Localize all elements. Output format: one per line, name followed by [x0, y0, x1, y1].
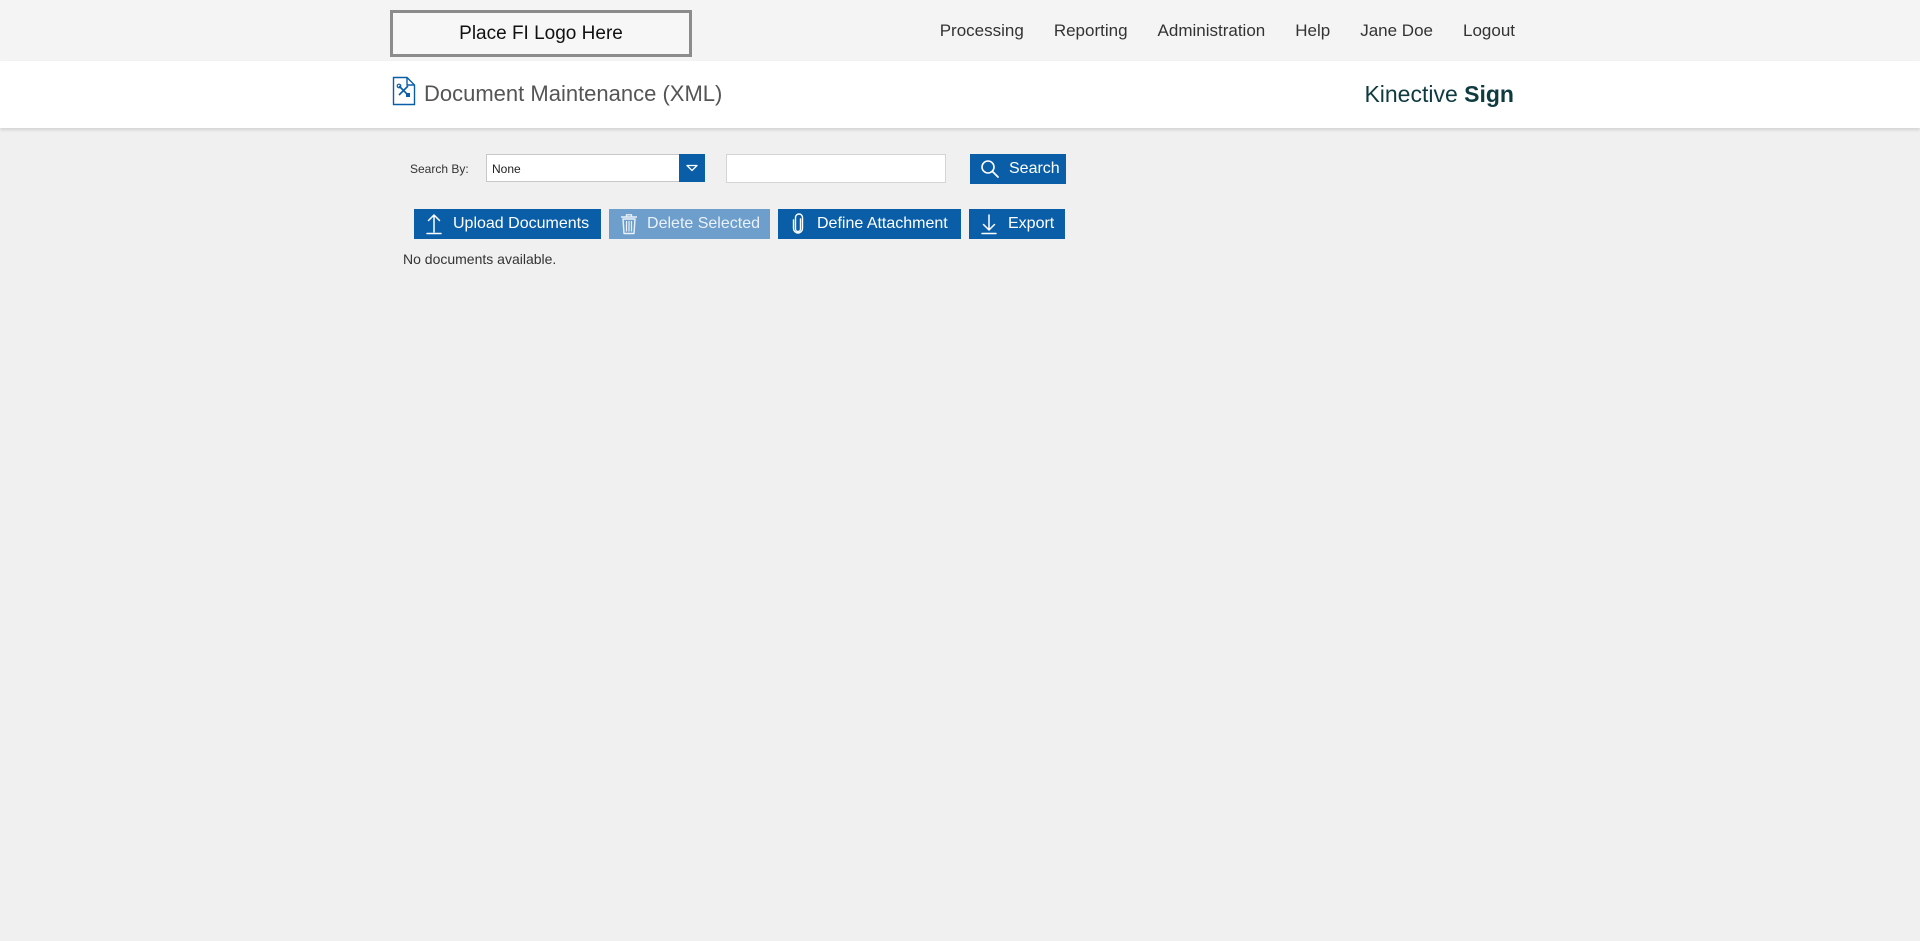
- trash-icon: [619, 213, 638, 235]
- nav-processing[interactable]: Processing: [940, 21, 1024, 41]
- export-button[interactable]: Export: [969, 209, 1065, 239]
- upload-documents-label: Upload Documents: [453, 215, 590, 232]
- search-by-selected-value: None: [492, 162, 521, 176]
- chevron-down-icon: [686, 159, 698, 177]
- search-button-label: Search: [1009, 160, 1060, 177]
- download-icon: [979, 213, 999, 235]
- document-tools-icon: [392, 76, 416, 106]
- nav-administration[interactable]: Administration: [1158, 21, 1266, 41]
- brand-light-text: Kinective: [1364, 81, 1458, 107]
- paperclip-icon: [788, 213, 808, 235]
- nav-logout[interactable]: Logout: [1463, 21, 1515, 41]
- nav-user-name[interactable]: Jane Doe: [1360, 21, 1433, 41]
- delete-selected-button[interactable]: Delete Selected: [609, 209, 770, 239]
- search-icon: [980, 158, 1000, 180]
- fi-logo-placeholder: Place FI Logo Here: [390, 10, 692, 57]
- export-label: Export: [1008, 215, 1055, 232]
- main-nav: Processing Reporting Administration Help…: [940, 21, 1515, 41]
- nav-reporting[interactable]: Reporting: [1054, 21, 1128, 41]
- brand-logo: Kinective Sign: [1364, 81, 1514, 108]
- search-by-label: Search By:: [410, 162, 469, 176]
- dropdown-toggle[interactable]: [679, 154, 705, 182]
- upload-documents-button[interactable]: Upload Documents: [414, 209, 601, 239]
- define-attachment-label: Define Attachment: [817, 215, 948, 232]
- search-by-select[interactable]: None: [486, 154, 705, 182]
- brand-bold-text: Sign: [1464, 81, 1514, 107]
- top-bar: Place FI Logo Here Processing Reporting …: [0, 0, 1920, 61]
- upload-icon: [424, 213, 444, 235]
- title-bar: Document Maintenance (XML) Kinective Sig…: [0, 61, 1920, 128]
- empty-state-message: No documents available.: [403, 251, 557, 267]
- define-attachment-button[interactable]: Define Attachment: [778, 209, 961, 239]
- search-button[interactable]: Search: [970, 154, 1066, 184]
- nav-help[interactable]: Help: [1295, 21, 1330, 41]
- delete-selected-label: Delete Selected: [647, 215, 760, 232]
- page-title: Document Maintenance (XML): [424, 81, 723, 106]
- search-input[interactable]: [726, 154, 946, 183]
